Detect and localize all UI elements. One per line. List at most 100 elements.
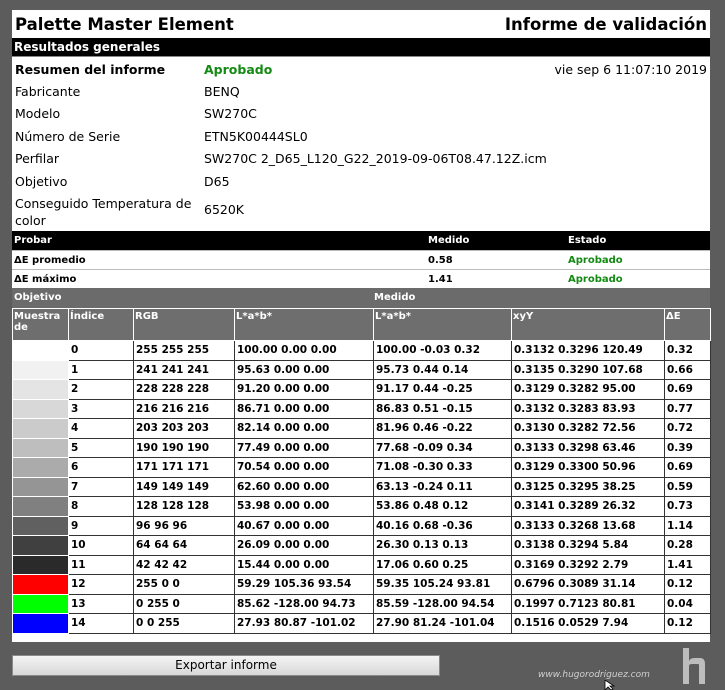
rgb-cell: 203 203 203 — [133, 418, 235, 439]
rgb-cell: 96 96 96 — [133, 515, 235, 536]
col-index: Índice — [68, 308, 134, 341]
lab-measured-cell: 40.16 0.68 -0.36 — [373, 515, 512, 536]
delta-e-cell: 1.41 — [664, 554, 711, 575]
col-lab-measured: L*a*b* — [373, 308, 512, 341]
results-header-row: Muestra de Índice RGB L*a*b* L*a*b* xyY … — [12, 308, 711, 341]
col-delta-e: ΔE — [664, 308, 711, 341]
group-target: Objetivo — [14, 292, 62, 303]
rgb-cell: 0 0 255 — [133, 613, 235, 634]
col-lab-target: L*a*b* — [234, 308, 374, 341]
lab-measured-cell: 100.00 -0.03 0.32 — [373, 340, 512, 361]
lab-measured-cell: 27.90 81.24 -101.04 — [373, 613, 512, 634]
lab-measured-cell: 26.30 0.13 0.13 — [373, 535, 512, 556]
summary-result: Aprobado — [204, 62, 273, 77]
lab-measured-cell: 95.73 0.44 0.14 — [373, 359, 512, 380]
col-xyy: xyY — [511, 308, 665, 341]
table-row: 8 128 128 128 53.98 0.00 0.00 53.86 0.48 0.… — [12, 496, 711, 517]
info-key: Conseguido Temperatura de color — [15, 195, 191, 229]
info-value: SW270C — [204, 106, 257, 121]
delta-e-cell: 0.39 — [664, 437, 711, 458]
xyy-cell: 0.1997 0.7123 80.81 — [511, 593, 665, 614]
probar-col-test: Probar — [14, 235, 52, 246]
rgb-cell: 190 190 190 — [133, 437, 235, 458]
lab-measured-cell: 91.17 0.44 -0.25 — [373, 379, 512, 400]
delta-e-cell: 0.12 — [664, 613, 711, 634]
swatch-cell — [12, 418, 69, 439]
rgb-cell: 255 0 0 — [133, 574, 235, 595]
index-cell: 9 — [68, 515, 134, 536]
table-row: 13 0 255 0 85.62 -128.00 94.73 85.59 -128.0… — [12, 593, 711, 614]
table-row: 3 216 216 216 86.71 0.00 0.00 86.83 0.51 -0… — [12, 398, 711, 419]
group-measured: Medido — [374, 292, 416, 303]
probar-value: 1.41 — [428, 274, 453, 285]
summary-info: Resumen del informe Aprobado vie sep 6 1… — [12, 57, 710, 230]
delta-e-cell: 0.66 — [664, 359, 711, 380]
rgb-cell: 171 171 171 — [133, 457, 235, 478]
delta-e-cell: 0.77 — [664, 398, 711, 419]
watermark: www.hugorodriguez.com — [538, 670, 650, 680]
xyy-cell: 0.3138 0.3294 5.84 — [511, 535, 665, 556]
col-rgb: RGB — [133, 308, 235, 341]
table-row: 6 171 171 171 70.54 0.00 0.00 71.08 -0.30 0… — [12, 457, 711, 478]
delta-e-cell: 0.28 — [664, 535, 711, 556]
xyy-cell: 0.3169 0.3292 2.79 — [511, 554, 665, 575]
probar-row-average: ΔE promedio 0.58 Aprobado — [12, 250, 710, 269]
index-cell: 6 — [68, 457, 134, 478]
lab-target-cell: 62.60 0.00 0.00 — [234, 476, 374, 497]
xyy-cell: 0.3141 0.3289 26.32 — [511, 496, 665, 517]
index-cell: 2 — [68, 379, 134, 400]
xyy-cell: 0.3132 0.3296 120.49 — [511, 340, 665, 361]
delta-e-cell: 0.69 — [664, 457, 711, 478]
delta-e-cell: 0.32 — [664, 340, 711, 361]
table-row: 0 255 255 255 100.00 0.00 0.00 100.00 -0.03… — [12, 340, 711, 361]
export-report-button[interactable]: Exportar informe — [12, 655, 440, 676]
rgb-cell: 241 241 241 — [133, 359, 235, 380]
rgb-cell: 216 216 216 — [133, 398, 235, 419]
info-key: Modelo — [15, 106, 61, 121]
swatch-cell — [12, 457, 69, 478]
delta-e-cell: 0.69 — [664, 379, 711, 400]
mouse-pointer-icon — [604, 680, 616, 690]
lab-measured-cell: 71.08 -0.30 0.33 — [373, 457, 512, 478]
temp-key-line2: color — [15, 213, 46, 228]
swatch-cell — [12, 398, 69, 419]
delta-e-cell: 0.59 — [664, 476, 711, 497]
report-title: Informe de validación — [504, 15, 707, 34]
xyy-cell: 0.3130 0.3282 72.56 — [511, 418, 665, 439]
delta-e-cell: 0.72 — [664, 418, 711, 439]
lab-target-cell: 85.62 -128.00 94.73 — [234, 593, 374, 614]
xyy-cell: 0.1516 0.0529 7.94 — [511, 613, 665, 634]
lab-target-cell: 26.09 0.00 0.00 — [234, 535, 374, 556]
probar-value: 0.58 — [428, 255, 453, 266]
probar-row-max: ΔE máximo 1.41 Aprobado — [12, 269, 710, 288]
lab-target-cell: 40.67 0.00 0.00 — [234, 515, 374, 536]
swatch-cell — [12, 359, 69, 380]
index-cell: 8 — [68, 496, 134, 517]
rgb-cell: 128 128 128 — [133, 496, 235, 517]
lab-measured-cell: 81.96 0.46 -0.22 — [373, 418, 512, 439]
swatch-cell — [12, 613, 69, 634]
info-value: SW270C 2_D65_L120_G22_2019-09-06T08.47.1… — [204, 151, 547, 166]
probar-status: Aprobado — [568, 255, 623, 266]
rgb-cell: 255 255 255 — [133, 340, 235, 361]
report-header: Palette Master Element Informe de valida… — [12, 10, 710, 38]
col-sample: Muestra de — [12, 308, 69, 341]
validation-report: Palette Master Element Informe de valida… — [12, 10, 711, 642]
table-row: 4 203 203 203 82.14 0.00 0.00 81.96 0.46 -0… — [12, 418, 711, 439]
info-key: Fabricante — [15, 84, 81, 99]
xyy-cell: 0.3129 0.3300 50.96 — [511, 457, 665, 478]
lab-target-cell: 15.44 0.00 0.00 — [234, 554, 374, 575]
lab-target-cell: 91.20 0.00 0.00 — [234, 379, 374, 400]
index-cell: 13 — [68, 593, 134, 614]
xyy-cell: 0.3135 0.3290 107.68 — [511, 359, 665, 380]
lab-measured-cell: 77.68 -0.09 0.34 — [373, 437, 512, 458]
lab-target-cell: 86.71 0.00 0.00 — [234, 398, 374, 419]
lab-target-cell: 59.29 105.36 93.54 — [234, 574, 374, 595]
summary-section-title: Resultados generales — [12, 38, 710, 57]
delta-e-cell: 0.12 — [664, 574, 711, 595]
table-row: 9 96 96 96 40.67 0.00 0.00 40.16 0.68 -0.36… — [12, 515, 711, 536]
swatch-cell — [12, 535, 69, 556]
lab-measured-cell: 85.59 -128.00 94.54 — [373, 593, 512, 614]
swatch-cell — [12, 379, 69, 400]
lab-measured-cell: 53.86 0.48 0.12 — [373, 496, 512, 517]
